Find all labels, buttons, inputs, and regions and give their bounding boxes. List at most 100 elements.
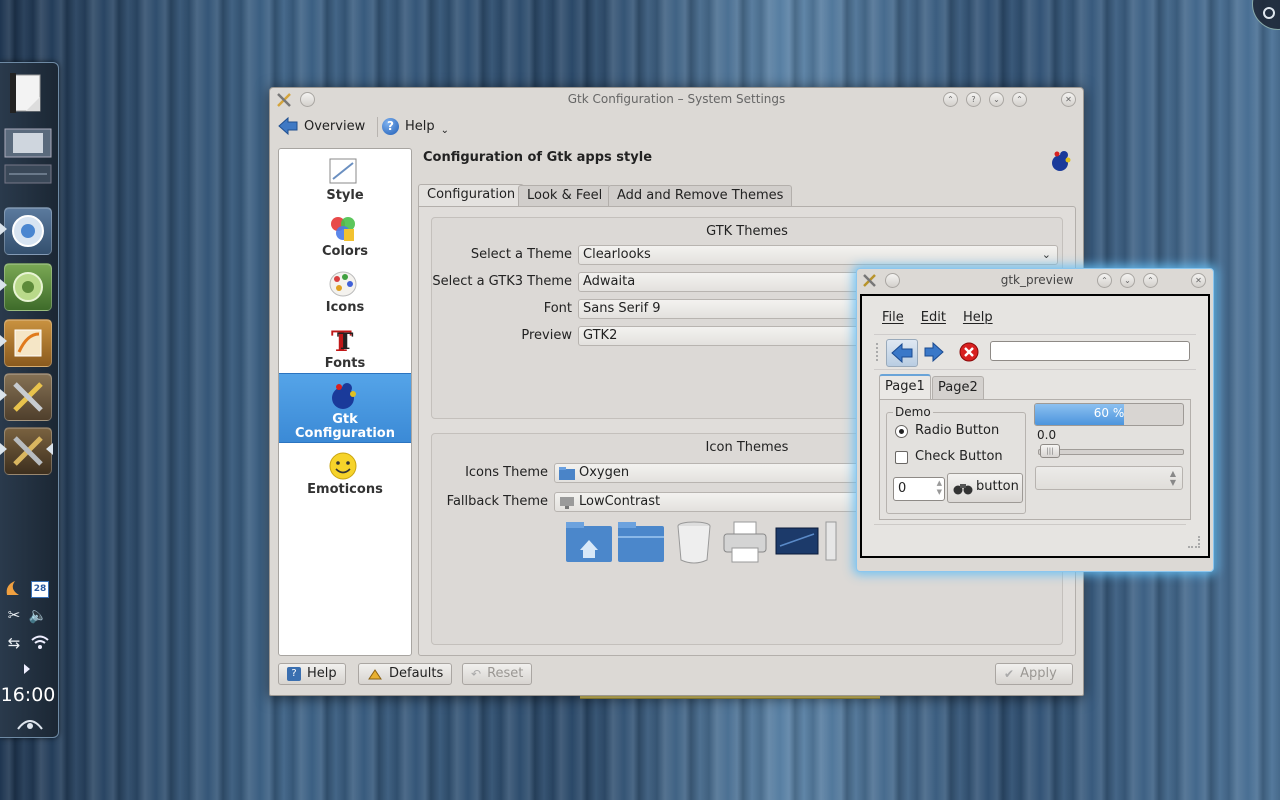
back-arrow-icon [278,116,298,136]
keep-above-button[interactable]: ⌃ [943,92,958,107]
resize-grip-icon[interactable] [1188,536,1200,548]
tab-configuration[interactable]: Configuration [418,184,525,208]
module-item-emoticons[interactable]: Emoticons [279,445,411,501]
menu-help[interactable]: Help [955,310,1002,325]
reset-button[interactable]: ↶ Reset [462,663,533,685]
progress-bar: 60 % [1034,403,1184,426]
kpresenter-icon[interactable] [4,319,52,367]
forward-button[interactable] [922,339,948,365]
back-button[interactable] [886,339,918,367]
radio-button[interactable]: Radio Button [895,423,1020,441]
gtk-icon [327,380,359,410]
menu-file[interactable]: File [874,310,913,325]
minimize-button[interactable]: ⌄ [989,92,1004,107]
binoculars-icon [952,481,974,495]
demo-button-label: button [976,479,1019,494]
titlebar[interactable]: Gtk Configuration – System Settings ⌃ ? … [270,88,1083,112]
scale-slider[interactable]: ||| [1040,444,1060,458]
task-indicator-arrow [0,335,7,347]
help-button[interactable]: ? Help [278,663,346,685]
system-settings-icon[interactable] [4,373,52,421]
chromium-icon[interactable] [4,207,52,255]
check-button[interactable]: Check Button [895,449,1020,467]
keep-above-button[interactable]: ⌃ [1097,273,1112,288]
close-button[interactable]: ✕ [1191,273,1206,288]
svg-text:T: T [337,329,354,355]
theme-label: Select a Theme [470,247,572,262]
reset-icon: ↶ [471,667,482,681]
context-help-button[interactable]: ? [966,92,981,107]
gtk-preview-title: gtk_preview [1000,273,1074,287]
volume-icon[interactable]: 🔈 [27,606,49,624]
menu-edit[interactable]: Edit [913,310,955,325]
maximize-button[interactable]: ⌃ [1143,273,1158,288]
gtk3-theme-value: Adwaita [583,274,636,289]
url-entry[interactable] [990,341,1190,361]
xlauncher-icon[interactable] [4,427,52,475]
trash-icon [672,520,718,564]
maximize-button[interactable]: ⌃ [1012,92,1027,107]
module-item-colors[interactable]: Colors [279,207,411,263]
module-item-style[interactable]: Style [279,151,411,207]
clock[interactable]: 16:00 [0,684,56,706]
overview-label: Overview [304,118,366,134]
tab-page1[interactable]: Page1 [879,374,931,400]
task-indicator-arrow [0,223,7,235]
spin-button[interactable]: 0 ▲ ▼ [893,477,945,501]
window-list-icon[interactable] [3,125,53,189]
kde-dragon-icon[interactable] [4,263,52,311]
tab-page2[interactable]: Page2 [932,376,984,399]
sticky-button[interactable] [885,273,900,288]
tray-expand-arrow-icon[interactable] [24,664,30,674]
night-mode-icon[interactable] [3,579,23,599]
minimize-button[interactable]: ⌄ [1120,273,1135,288]
theme-value: Clearlooks [583,247,651,262]
gtk-preview-window: gtk_preview ⌃ ⌄ ⌃ ✕ File Edit Help Page1 [856,268,1214,572]
stop-button[interactable] [958,341,980,363]
module-item-gtk-configuration[interactable]: Gtk Configuration [279,373,411,443]
help-icon: ? [382,117,399,135]
icons-theme-label: Icons Theme [465,465,548,480]
task-indicator-arrow [46,443,53,455]
gtk-preview-titlebar[interactable]: gtk_preview ⌃ ⌄ ⌃ ✕ [857,269,1213,291]
defaults-button[interactable]: Defaults [358,663,453,685]
gtk3-theme-label: Select a GTK3 Theme [432,274,572,289]
desktop-toolbox-icon[interactable] [1252,0,1280,30]
panel-toolbox-icon[interactable] [16,713,44,731]
module-label: Icons [325,300,365,315]
module-label: Style [326,188,364,203]
theme-combo[interactable]: Clearlooks ⌄ [578,245,1058,265]
demo-button[interactable]: button [947,473,1023,503]
module-label: Fonts [324,356,366,371]
chevron-updown-icon: ▲ ▼ [1169,469,1176,487]
kde-panel: 28 ✂ 🔈 ⇆ 16:00 [0,62,59,738]
tab-look-and-feel[interactable]: Look & Feel [518,185,612,207]
tab-add-remove-themes[interactable]: Add and Remove Themes [608,185,793,207]
fonts-icon: TT [327,325,359,358]
app-menu-icon[interactable] [862,273,877,288]
overview-button[interactable]: Overview [278,114,365,138]
combo-box[interactable]: ▲ ▼ [1035,466,1183,490]
help-menu-button[interactable]: ? Help ⌄ [382,114,449,138]
wifi-icon[interactable] [30,634,50,650]
task-indicator-arrow [0,279,7,291]
module-item-icons[interactable]: Icons [279,263,411,319]
toolbar-separator [377,117,378,137]
task-indicator-arrow [0,389,7,401]
calendar-icon[interactable]: 28 [31,581,49,598]
toolbar-grip[interactable] [876,343,881,361]
close-button[interactable]: ✕ [1061,92,1076,107]
back-arrow-icon [891,342,913,364]
scissors-icon[interactable]: ✂ [3,606,25,624]
notes-applet-icon[interactable] [6,71,48,117]
horizontal-scale[interactable]: ||| [1038,444,1184,458]
progress-text: 60 % [1093,406,1125,420]
stop-icon [959,342,979,362]
usb-icon[interactable]: ⇆ [3,634,25,652]
reset-button-label: Reset [487,666,524,681]
printer-icon [722,520,768,564]
group-title: GTK Themes [706,224,788,239]
module-item-fonts[interactable]: TT Fonts [279,319,411,375]
apply-button[interactable]: ✔ Apply [995,663,1073,685]
apply-button-label: Apply [1020,666,1057,681]
